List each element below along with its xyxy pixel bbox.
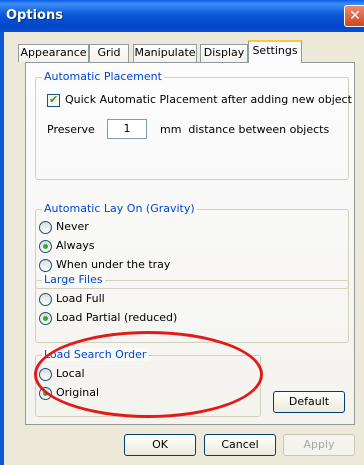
- gravity-always-radio[interactable]: [39, 240, 52, 253]
- cancel-button[interactable]: Cancel: [204, 434, 276, 456]
- automatic-placement-legend: Automatic Placement: [42, 70, 164, 83]
- window-title: Options: [6, 8, 63, 23]
- gravity-legend: Automatic Lay On (Gravity): [42, 202, 197, 215]
- window-frame: [0, 32, 4, 465]
- apply-button[interactable]: Apply: [283, 434, 355, 456]
- quick-placement-checkbox[interactable]: ✔: [47, 93, 60, 107]
- gravity-under-tray-label: When under the tray: [56, 258, 171, 271]
- tab-grid[interactable]: Grid: [89, 44, 129, 62]
- settings-panel: Automatic Placement ✔ Quick Automatic Pl…: [25, 62, 355, 425]
- default-button[interactable]: Default: [273, 391, 345, 413]
- preserve-distance-input[interactable]: 1: [107, 119, 147, 139]
- gravity-under-tray-radio[interactable]: [39, 259, 52, 272]
- ok-button[interactable]: OK: [124, 434, 196, 456]
- preserve-label: Preserve: [47, 123, 95, 136]
- large-files-legend: Large Files: [42, 273, 105, 286]
- quick-placement-label: Quick Automatic Placement after adding n…: [65, 93, 352, 106]
- tab-settings[interactable]: Settings: [248, 40, 302, 63]
- tab-manipulate[interactable]: Manipulate: [133, 44, 197, 62]
- close-icon[interactable]: ✕: [344, 5, 364, 27]
- preserve-suffix-label: mm distance between objects: [160, 123, 330, 136]
- title-bar[interactable]: Options ✕: [0, 0, 364, 32]
- automatic-placement-group: Automatic Placement ✔ Quick Automatic Pl…: [35, 70, 352, 180]
- load-full-radio[interactable]: [39, 293, 52, 306]
- options-dialog: Options ✕ Appearance Grid Manipulate Dis…: [0, 0, 364, 465]
- tab-display[interactable]: Display: [200, 44, 248, 62]
- annotation-circle: [34, 331, 263, 418]
- load-partial-radio[interactable]: [39, 312, 52, 325]
- load-partial-label: Load Partial (reduced): [56, 311, 178, 324]
- gravity-always-label: Always: [56, 239, 95, 252]
- load-full-label: Load Full: [56, 292, 105, 305]
- checkmark-icon: ✔: [49, 93, 59, 106]
- gravity-never-radio[interactable]: [39, 221, 52, 234]
- gravity-never-label: Never: [56, 220, 89, 233]
- tab-appearance[interactable]: Appearance: [18, 44, 89, 62]
